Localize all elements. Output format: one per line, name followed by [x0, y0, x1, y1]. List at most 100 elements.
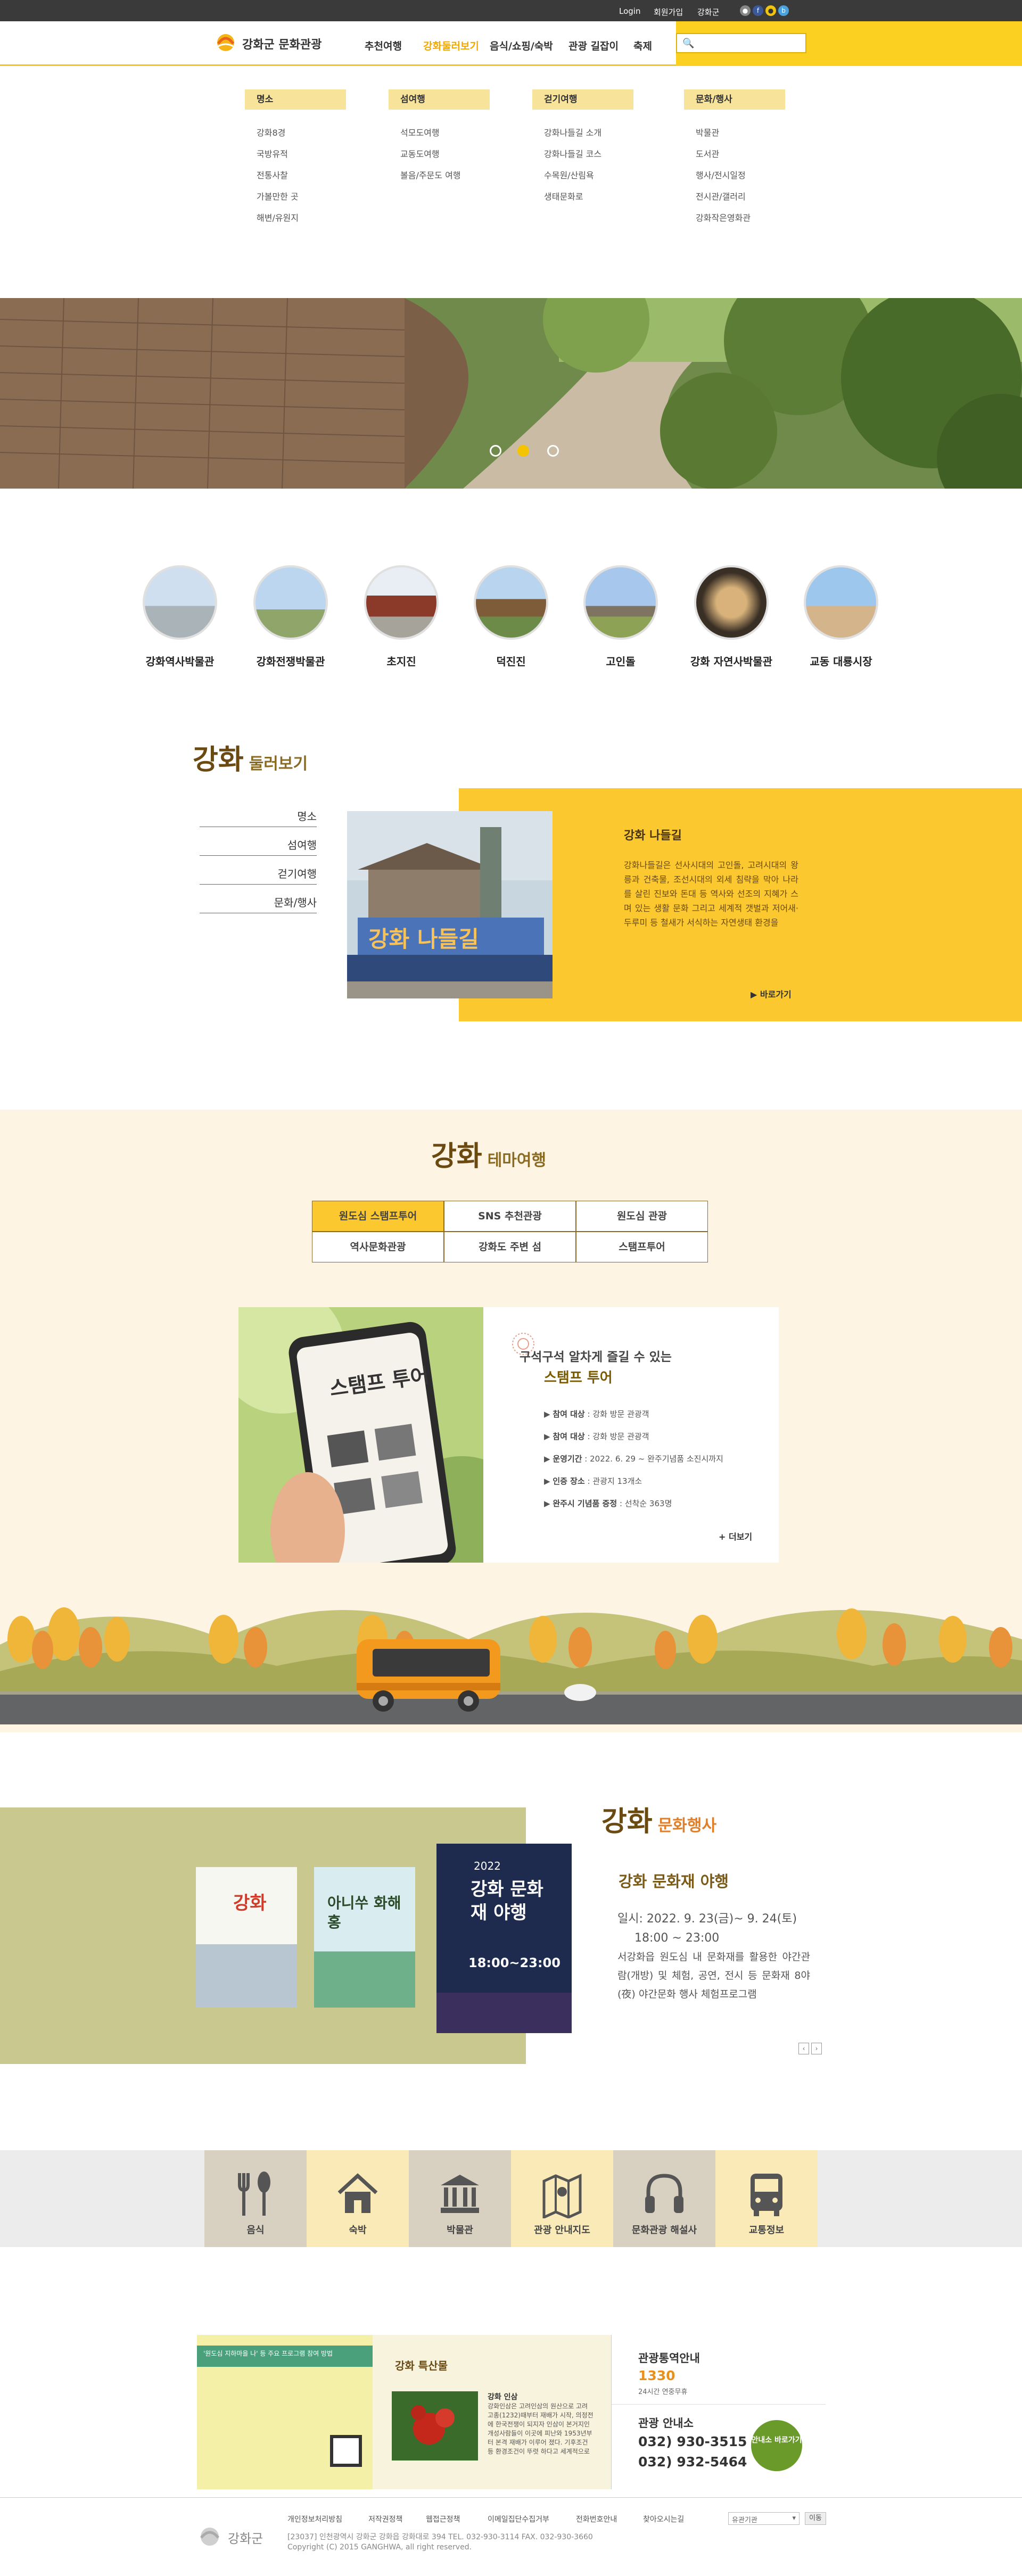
quick-menu-map[interactable]: 관광 안내지도 — [511, 2150, 613, 2247]
footer-link-directions[interactable]: 찾아오시는길 — [643, 2514, 684, 2524]
place-thumb-deokjinjin[interactable] — [474, 565, 548, 640]
ginseng-photo[interactable] — [392, 2391, 478, 2461]
mega-menu-item[interactable]: 교동도여행 — [400, 147, 440, 160]
mega-menu-item[interactable]: 해변/유원지 — [257, 211, 299, 224]
nadeulgil-more-link[interactable]: ▶ 바로가기 — [751, 987, 792, 1000]
mega-menu-item[interactable]: 전시관/갤러리 — [696, 189, 746, 202]
quick-menu-food[interactable]: 음식 — [204, 2150, 307, 2247]
mega-menu-title-walking[interactable]: 걷기여행 — [532, 89, 633, 110]
footer-link-phone[interactable]: 전화번호안내 — [576, 2514, 617, 2524]
info-center-phone-2: 032) 932-5464 — [638, 2454, 747, 2470]
mega-menu-title-culture[interactable]: 문화/행사 — [684, 89, 785, 110]
house-icon — [337, 2173, 378, 2213]
slider-dot-active[interactable] — [517, 445, 529, 457]
mega-menu-item[interactable]: 강화나들길 코스 — [544, 147, 601, 160]
mega-menu-item[interactable]: 강화나들길 소개 — [544, 126, 601, 138]
blog-icon[interactable]: b — [778, 5, 789, 16]
mega-menu-item[interactable]: 석모도여행 — [400, 126, 440, 138]
stamp-card-title: 스탬프 투어 — [544, 1370, 613, 1386]
slider-dot[interactable] — [490, 445, 501, 457]
mega-menu-item[interactable]: 행사/전시일정 — [696, 168, 746, 181]
quick-menu-transport[interactable]: 교통정보 — [715, 2150, 818, 2247]
ganghwa-gun-link[interactable]: 강화군 — [697, 6, 719, 18]
gnb-travel-guide[interactable]: 관광 길잡이 — [568, 38, 619, 53]
quick-menu-label: 교통정보 — [748, 2225, 785, 2236]
stamp-tour-photo: 스탬프 투어 — [238, 1307, 483, 1563]
mega-menu-item[interactable]: 도서관 — [696, 147, 719, 160]
explore-tab-places[interactable]: 명소 — [200, 808, 317, 827]
quick-menu-guide[interactable]: 문화관광 해설사 — [613, 2150, 715, 2247]
theme-tab-downtown[interactable]: 원도심 관광 — [576, 1201, 708, 1232]
mega-menu-item[interactable]: 볼음/주문도 여행 — [400, 168, 461, 181]
place-thumb-war-museum[interactable] — [253, 565, 328, 640]
place-label[interactable]: 강화 자연사박물관 — [667, 653, 795, 668]
mega-menu-item[interactable]: 강화작은영화관 — [696, 211, 751, 224]
place-thumb-daeryong-market[interactable] — [804, 565, 878, 640]
stamp-card-subtitle: 구석구석 알차게 즐길 수 있는 — [520, 1350, 672, 1364]
mega-menu-title-islands[interactable]: 섬여행 — [389, 89, 490, 110]
mega-menu-item[interactable]: 생태문화로 — [544, 189, 583, 202]
slider-dot[interactable] — [547, 445, 559, 457]
info-center-button[interactable]: 안내소 바로가기 — [751, 2420, 802, 2471]
mega-menu-item[interactable]: 수목원/산림욕 — [544, 168, 594, 181]
join-link[interactable]: 회원가입 — [654, 6, 683, 18]
footer-link-copyright[interactable]: 저작권정책 — [368, 2514, 402, 2524]
theme-tab-stamp-tour[interactable]: 스탬프투어 — [576, 1232, 708, 1262]
mega-menu-item[interactable]: 전통사찰 — [257, 168, 288, 181]
theme-tab-history[interactable]: 역사문화관광 — [312, 1232, 444, 1262]
mega-menu-item[interactable]: 가볼만한 곳 — [257, 189, 299, 202]
theme-tab-sns[interactable]: SNS 추천관광 — [444, 1201, 576, 1232]
place-label[interactable]: 고인돌 — [557, 653, 685, 668]
stamp-more-link[interactable]: + 더보기 — [719, 1530, 752, 1542]
mega-menu-item[interactable]: 박물관 — [696, 126, 719, 138]
fork-spoon-icon — [238, 2172, 270, 2216]
explore-tab-walking[interactable]: 걷기여행 — [200, 865, 317, 885]
quick-menu-label: 문화관광 해설사 — [631, 2225, 697, 2236]
facebook-icon[interactable]: f — [753, 5, 763, 16]
explore-tab-culture[interactable]: 문화/행사 — [200, 894, 317, 913]
place-label[interactable]: 교동 대룡시장 — [777, 653, 905, 668]
quick-menu-label: 관광 안내지도 — [534, 2225, 590, 2236]
theme-tab-stamp-tour-downtown[interactable]: 원도심 스탬프투어 — [312, 1201, 444, 1232]
footer-link-accessibility[interactable]: 웹접근정책 — [426, 2514, 460, 2524]
place-label[interactable]: 강화역사박물관 — [116, 653, 244, 668]
explore-tab-islands[interactable]: 섬여행 — [200, 837, 317, 856]
kakao-icon[interactable]: ● — [765, 5, 776, 16]
svg-text:강화 나들길: 강화 나들길 — [368, 926, 479, 952]
place-thumb-chojijin[interactable] — [364, 565, 439, 640]
prev-arrow-icon[interactable]: ‹ — [798, 2043, 809, 2054]
ganghwa-logo-icon[interactable] — [213, 28, 238, 53]
nadeulgil-more-label[interactable]: 바로가기 — [760, 989, 792, 1000]
theme-tab-islands[interactable]: 강화도 주변 섬 — [444, 1232, 576, 1262]
site-logo-text[interactable]: 강화군 문화관광 — [242, 35, 322, 52]
place-thumb-natural-history[interactable] — [694, 565, 769, 640]
festival-poster-1[interactable]: 강화 — [196, 1867, 297, 2008]
gnb-explore[interactable]: 강화둘러보기 — [423, 38, 479, 53]
footer-link-email-refusal[interactable]: 이메일집단수집거부 — [488, 2514, 549, 2524]
festival-poster-2[interactable]: 아니쑤 화해 홍 — [314, 1867, 415, 2008]
festival-poster-3[interactable]: 2022 강화 문화재 야행 18:00~23:00 — [436, 1844, 572, 2033]
quick-menu-lodging[interactable]: 숙박 — [307, 2150, 409, 2247]
related-sites-select[interactable]: 유관기관 ▾ — [728, 2512, 800, 2525]
mega-menu-item[interactable]: 강화8경 — [257, 126, 285, 138]
mega-menu-item[interactable]: 국방유적 — [257, 147, 288, 160]
place-thumb-dolmen[interactable] — [583, 565, 658, 640]
search-input[interactable]: 🔍 — [676, 33, 806, 53]
gnb-festival[interactable]: 축제 — [633, 38, 652, 53]
gnb-food-shopping[interactable]: 음식/쇼핑/숙박 — [490, 38, 553, 53]
footer-link-privacy[interactable]: 개인정보처리방침 — [287, 2514, 342, 2524]
place-label[interactable]: 강화전쟁박물관 — [227, 653, 355, 668]
place-label[interactable]: 덕진진 — [447, 653, 575, 668]
search-icon[interactable]: 🔍 — [682, 38, 694, 49]
quick-menu-museum[interactable]: 박물관 — [409, 2150, 511, 2247]
next-arrow-icon[interactable]: › — [811, 2043, 822, 2054]
login-link[interactable]: Login — [619, 6, 640, 16]
mega-menu-title-places[interactable]: 명소 — [245, 89, 346, 110]
sitemap-icon[interactable]: ● — [740, 5, 751, 16]
festival-desc: 서강화읍 원도심 내 문화재를 활용한 야간관람(개방) 및 체험, 공연, 전… — [617, 1951, 810, 2000]
related-sites-go-button[interactable]: 이동 — [805, 2512, 826, 2525]
place-label[interactable]: 초지진 — [337, 653, 465, 668]
gnb-recommended[interactable]: 추천여행 — [365, 38, 402, 53]
place-thumb-history-museum[interactable] — [143, 565, 217, 640]
promo-banner[interactable]: '원도심 지하마을 나' 등 주요 프로그램 참여 방법 — [197, 2335, 373, 2489]
